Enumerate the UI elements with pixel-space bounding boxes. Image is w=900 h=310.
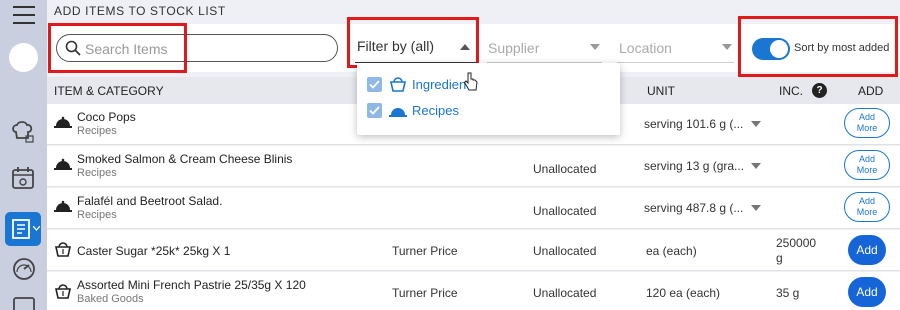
unit-cell: ea (each) <box>646 244 697 258</box>
add-button[interactable]: Add <box>848 235 886 265</box>
checkbox-checked[interactable] <box>367 103 382 118</box>
basket-icon <box>55 284 71 299</box>
supplier-cell: Turner Price <box>392 286 458 300</box>
check-icon <box>369 80 380 89</box>
stock-list-nav-item[interactable] <box>5 212 41 246</box>
basket-icon <box>390 77 406 92</box>
location-cell: Unallocated <box>533 162 597 176</box>
supplier-dropdown[interactable]: Supplier <box>488 40 539 56</box>
chevron-down-icon <box>751 121 761 127</box>
header-add: ADD <box>858 84 884 98</box>
item-name: Falafél and Beetroot Salad. <box>77 194 223 208</box>
unit-select[interactable]: serving 487.8 g (... <box>644 201 743 215</box>
chevron-down-icon <box>722 44 732 50</box>
header-item: ITEM & CATEGORY <box>54 84 164 98</box>
chef-hat-icon[interactable] <box>10 118 38 146</box>
table-row: Assorted Mini French Pastrie 25/35g X 12… <box>47 272 900 310</box>
chevron-down-icon <box>33 226 40 231</box>
cloche-icon <box>54 200 72 212</box>
menu-icon[interactable] <box>13 6 35 30</box>
location-underline <box>617 62 734 63</box>
cloche-icon <box>54 116 72 128</box>
unit-select[interactable]: serving 101.6 g (... <box>644 117 743 131</box>
inc-cell: 35 g <box>776 286 800 300</box>
inc-cell: 250000 g <box>776 236 817 265</box>
highlight-box-sort <box>738 16 898 77</box>
checkbox-checked[interactable] <box>367 77 382 92</box>
location-cell: Unallocated <box>533 204 597 218</box>
highlight-box-search <box>48 23 187 73</box>
calendar-icon[interactable] <box>10 165 38 193</box>
cloche-icon <box>389 108 407 117</box>
stock-list-icon <box>12 219 30 239</box>
add-more-button[interactable]: Add More <box>844 108 890 138</box>
item-category: Recipes <box>77 167 117 179</box>
item-category: Recipes <box>77 209 117 221</box>
location-dropdown[interactable]: Location <box>619 40 672 56</box>
check-icon <box>369 106 380 115</box>
help-icon[interactable]: ? <box>812 83 827 98</box>
item-name: Caster Sugar *25k* 25kg X 1 <box>77 244 231 258</box>
sidebar <box>0 0 47 310</box>
page-title: ADD ITEMS TO STOCK LIST <box>54 4 226 18</box>
basket-icon <box>55 242 71 257</box>
item-name: Coco Pops <box>77 110 136 124</box>
highlight-box-filter <box>347 17 479 68</box>
supplier-cell: Turner Price <box>392 244 458 258</box>
item-category: Recipes <box>77 125 117 137</box>
header-unit: UNIT <box>647 84 675 98</box>
chevron-down-icon <box>751 205 761 211</box>
item-category: Baked Goods <box>77 293 144 305</box>
table-row: Caster Sugar *25k* 25kg X 1 Turner Price… <box>47 230 900 271</box>
filter-option-label: Recipes <box>412 103 459 118</box>
location-cell: Unallocated <box>533 286 597 300</box>
add-more-button[interactable]: Add More <box>844 192 890 222</box>
item-name: Smoked Salmon & Cream Cheese Blinis <box>77 152 293 166</box>
unit-cell: 120 ea (each) <box>646 286 721 300</box>
cloche-icon <box>54 158 72 170</box>
item-name: Assorted Mini French Pastrie 25/35g X 12… <box>77 278 306 292</box>
chevron-down-icon <box>590 44 600 50</box>
hand-cursor-icon <box>463 72 478 91</box>
chevron-down-icon <box>751 163 761 169</box>
table-row: Falafél and Beetroot Salad. Recipes Unal… <box>47 188 900 229</box>
filter-menu: Ingredients Recipes <box>357 63 620 135</box>
printer-icon[interactable] <box>10 294 38 310</box>
add-more-button[interactable]: Add More <box>844 150 890 180</box>
location-cell: Unallocated <box>533 244 597 258</box>
header-inc: INC. <box>779 84 803 98</box>
gauge-icon[interactable] <box>10 255 38 283</box>
avatar[interactable] <box>9 43 38 72</box>
unit-select[interactable]: serving 13 g (gra... <box>644 159 744 173</box>
add-button[interactable]: Add <box>848 277 886 307</box>
table-row: Smoked Salmon & Cream Cheese Blinis Reci… <box>47 146 900 187</box>
